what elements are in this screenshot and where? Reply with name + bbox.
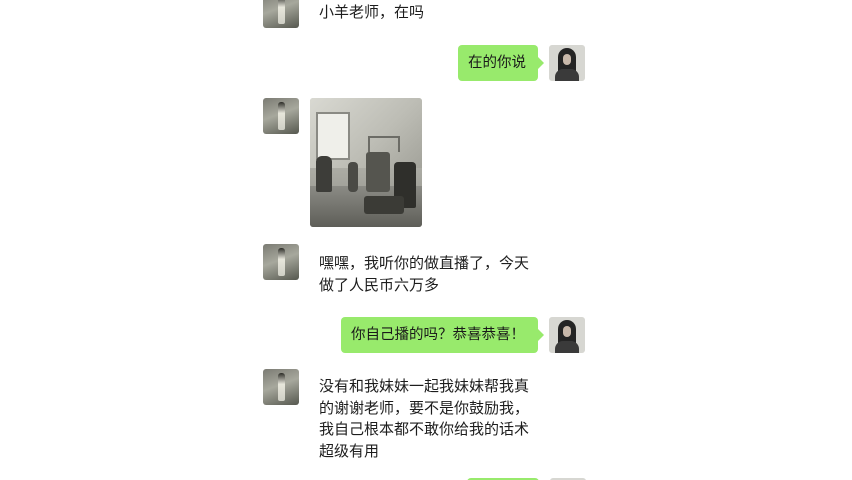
self-avatar[interactable] [549, 45, 585, 81]
contact-avatar[interactable] [263, 0, 299, 28]
person-figure-icon [278, 373, 285, 401]
photo-object [316, 156, 332, 192]
contact-avatar[interactable] [263, 244, 299, 280]
portrait-face [563, 54, 571, 65]
portrait-face [563, 326, 571, 337]
contact-avatar[interactable] [263, 98, 299, 134]
photo-object [348, 162, 358, 192]
chat-view: 小羊老师，在吗 在的你说 嘿嘿，我听你的做直播了，今天 做了人民币六万多 你自己… [0, 0, 852, 480]
outgoing-message-bubble[interactable]: 在的你说 [458, 45, 544, 81]
portrait-body [555, 341, 579, 353]
person-figure-icon [278, 102, 285, 130]
message-text: 嘿嘿，我听你的做直播了，今天 做了人民币六万多 [319, 254, 530, 294]
photo-window [316, 112, 350, 160]
contact-avatar[interactable] [263, 369, 299, 405]
photo-object [364, 196, 404, 214]
photo-object [366, 152, 390, 192]
outgoing-message-bubble[interactable]: 你自己播的吗？恭喜恭喜！ [341, 317, 544, 353]
photo-light-stand [368, 136, 400, 152]
message-text: 没有和我妹妹一起我妹妹帮我真 的谢谢老师，要不是你鼓励我， 我自己根本都不敢你给… [319, 377, 530, 460]
message-text: 小羊老师，在吗 [319, 3, 425, 21]
person-figure-icon [278, 248, 285, 276]
self-avatar[interactable] [549, 317, 585, 353]
portrait-body [555, 69, 579, 81]
person-figure-icon [278, 0, 285, 24]
message-photo[interactable] [310, 98, 422, 227]
